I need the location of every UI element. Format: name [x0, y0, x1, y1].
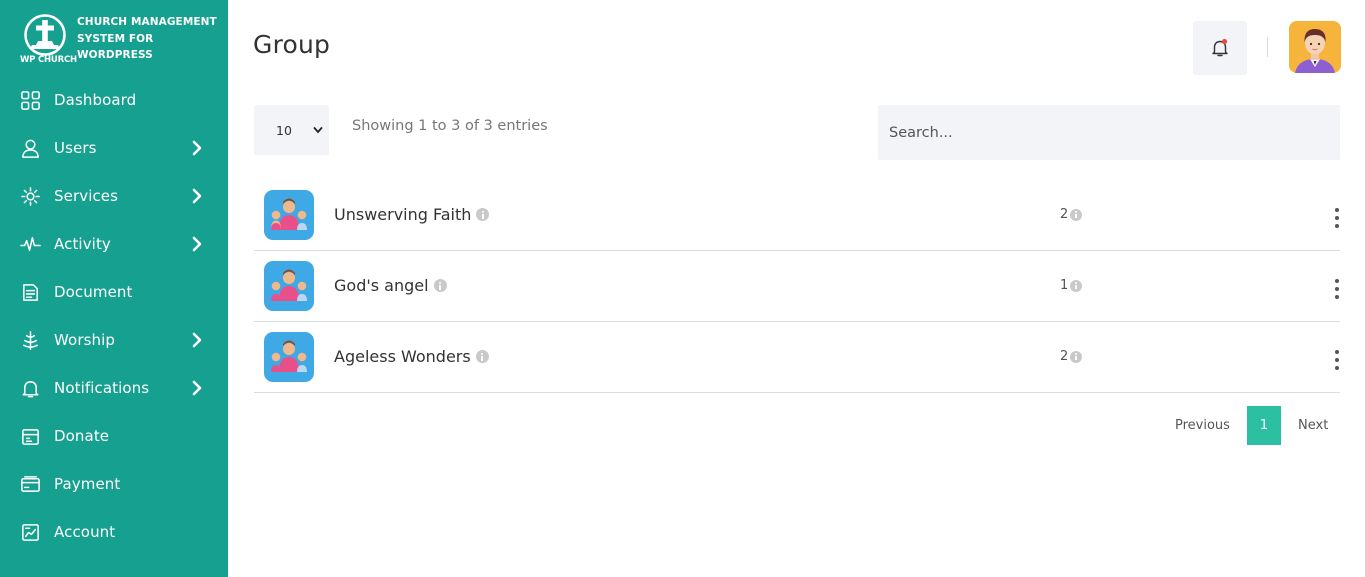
sidebar-item-users[interactable]: Users: [0, 124, 228, 172]
chevron-right-icon: [190, 236, 204, 252]
group-list: Unswerving Faith 2 God's angel 1 Ageless…: [254, 180, 1340, 393]
info-icon[interactable]: [433, 279, 447, 292]
group-name[interactable]: Ageless Wonders: [334, 347, 489, 366]
pagination-page-1[interactable]: 1: [1247, 406, 1281, 445]
dashboard-icon: [19, 89, 41, 111]
account-icon: [19, 521, 41, 543]
group-name[interactable]: God's angel: [334, 276, 447, 295]
sidebar-item-activity[interactable]: Activity: [0, 220, 228, 268]
bell-icon: [19, 377, 41, 399]
sidebar-item-worship[interactable]: Worship: [0, 316, 228, 364]
info-icon[interactable]: [476, 208, 490, 221]
user-icon: [19, 137, 41, 159]
chevron-right-icon: [190, 332, 204, 348]
sidebar-item-label: Activity: [54, 235, 111, 253]
bell-icon: [1212, 38, 1228, 57]
notifications-button[interactable]: [1193, 21, 1247, 75]
info-icon[interactable]: [1070, 279, 1083, 292]
member-count-value: 2: [1060, 349, 1069, 364]
sidebar-item-label: Dashboard: [54, 91, 137, 109]
sidebar-item-services[interactable]: Services: [0, 172, 228, 220]
chevron-right-icon: [190, 140, 204, 156]
sidebar-item-donate[interactable]: Donate: [0, 412, 228, 460]
brand-title: Church Management System for WordPress: [77, 16, 217, 61]
sidebar-item-account[interactable]: Account: [0, 508, 228, 556]
row-actions-menu[interactable]: [1333, 350, 1341, 372]
brand-subtitle: WP CHURCH: [20, 55, 77, 65]
user-avatar[interactable]: [1289, 21, 1341, 73]
sidebar-menu: Dashboard Users Services Activity Docume…: [0, 76, 228, 556]
entries-info: Showing 1 to 3 of 3 entries: [352, 118, 548, 134]
group-name-text: Ageless Wonders: [334, 347, 471, 366]
chevron-right-icon: [190, 188, 204, 204]
member-count-value: 1: [1060, 278, 1069, 293]
sidebar-item-document[interactable]: Document: [0, 268, 228, 316]
sidebar-item-label: Users: [54, 139, 97, 157]
member-count: 2: [1060, 207, 1083, 222]
member-count-value: 2: [1060, 207, 1069, 222]
group-name[interactable]: Unswerving Faith: [334, 205, 490, 224]
group-name-text: Unswerving Faith: [334, 205, 472, 224]
member-count: 2: [1060, 349, 1083, 364]
donate-icon: [19, 425, 41, 447]
row-actions-menu[interactable]: [1333, 279, 1341, 301]
page-length-select[interactable]: 10: [254, 105, 329, 155]
sidebar-item-label: Account: [54, 523, 116, 541]
sidebar-item-label: Notifications: [54, 379, 150, 397]
page-title: Group: [253, 30, 331, 59]
sidebar-item-label: Services: [54, 187, 119, 205]
table-row[interactable]: Ageless Wonders 2: [254, 322, 1340, 393]
info-icon[interactable]: [1070, 350, 1083, 363]
payment-icon: [19, 473, 41, 495]
chevron-down-icon: [313, 127, 323, 134]
pagination-previous[interactable]: Previous: [1175, 418, 1230, 433]
sidebar: WP CHURCH Church Management System for W…: [0, 0, 228, 577]
group-name-text: God's angel: [334, 276, 429, 295]
sidebar-item-label: Payment: [54, 475, 121, 493]
page-length-value: 10: [276, 122, 292, 138]
header-divider: [1267, 37, 1268, 57]
group-icon: [264, 332, 314, 382]
services-icon: [19, 185, 41, 207]
search-input[interactable]: [878, 105, 1340, 160]
group-icon: [264, 190, 314, 240]
brand[interactable]: WP CHURCH Church Management System for W…: [18, 13, 218, 69]
worship-icon: [19, 329, 41, 351]
sidebar-item-notifications[interactable]: Notifications: [0, 364, 228, 412]
sidebar-item-dashboard[interactable]: Dashboard: [0, 76, 228, 124]
table-row[interactable]: God's angel 1: [254, 251, 1340, 322]
sidebar-item-label: Donate: [54, 427, 110, 445]
info-icon[interactable]: [475, 350, 489, 363]
pagination-next[interactable]: Next: [1298, 418, 1328, 433]
group-icon: [264, 261, 314, 311]
sidebar-item-payment[interactable]: Payment: [0, 460, 228, 508]
info-icon[interactable]: [1070, 208, 1083, 221]
document-icon: [19, 281, 41, 303]
table-row[interactable]: Unswerving Faith 2: [254, 180, 1340, 251]
sidebar-item-label: Document: [54, 283, 133, 301]
chevron-right-icon: [190, 380, 204, 396]
sidebar-item-label: Worship: [54, 331, 116, 349]
row-actions-menu[interactable]: [1333, 208, 1341, 230]
member-count: 1: [1060, 278, 1083, 293]
activity-icon: [19, 233, 41, 255]
